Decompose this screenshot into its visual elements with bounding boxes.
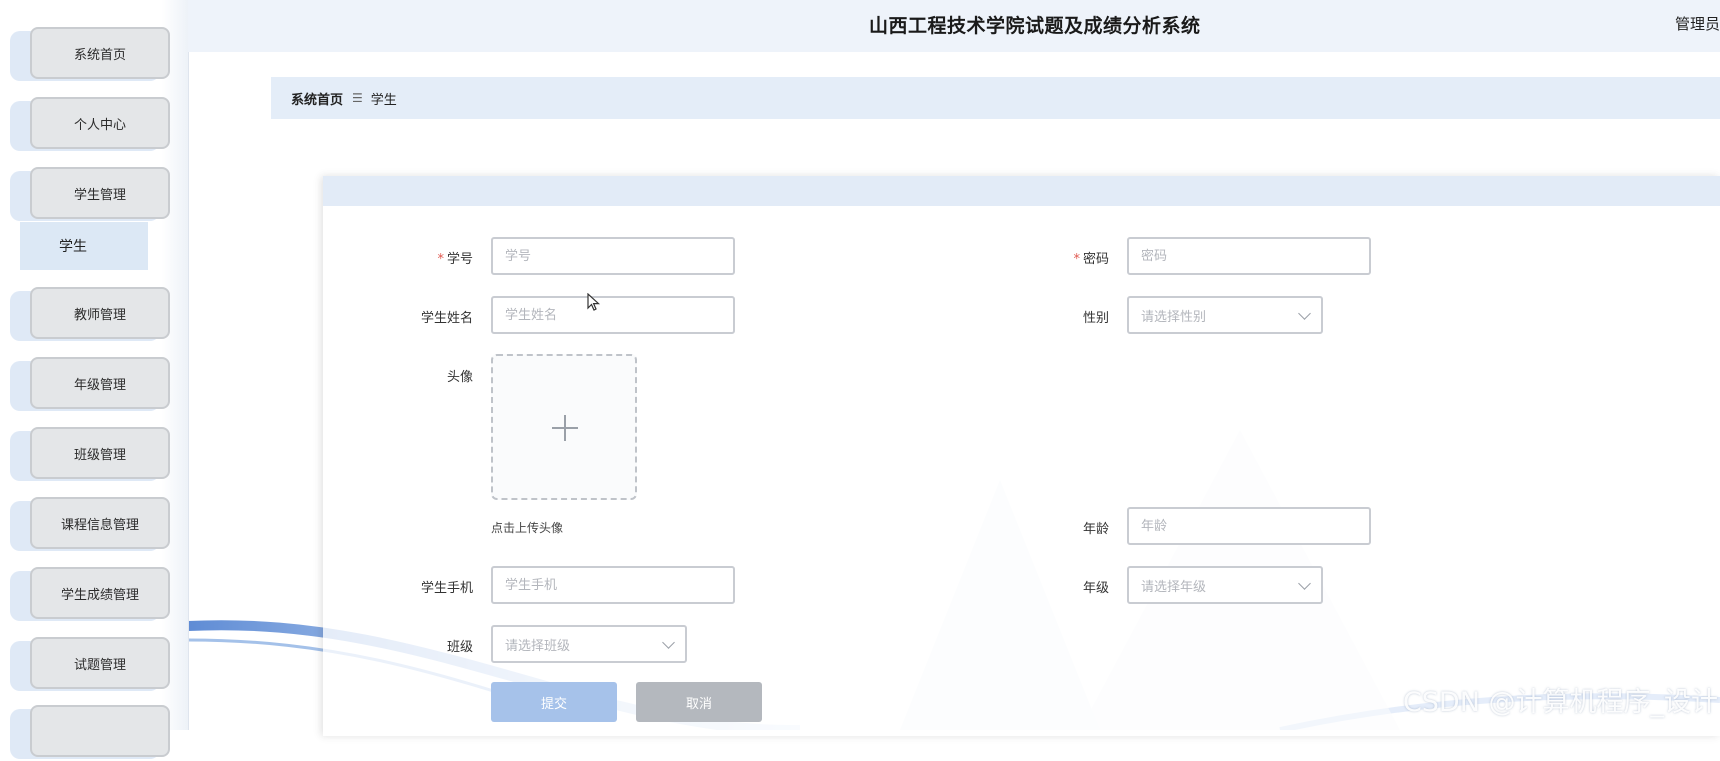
sidebar-item-course-management[interactable]: 课程信息管理 [10,497,172,553]
sidebar-item-student-management[interactable]: 学生管理 [10,167,172,223]
sidebar-item-label: 系统首页 [30,27,170,79]
panel-header [323,176,1720,206]
submit-button[interactable]: 提交 [491,682,617,722]
breadcrumb-separator-icon: ☰ [352,91,363,105]
user-menu[interactable]: 管理员 [1675,13,1720,34]
phone-input[interactable] [491,566,735,604]
avatar-uploader[interactable] [491,354,637,500]
sidebar-item-label: 班级管理 [30,427,170,479]
required-marker: * [437,252,444,267]
sidebar-item-question-management[interactable]: 试题管理 [10,637,172,693]
grade-select-value: 请选择年级 [1141,579,1207,595]
sidebar-item-label: 教师管理 [30,287,170,339]
age-label: 年龄 [1082,522,1109,537]
chevron-down-icon [1298,306,1311,320]
breadcrumb-current: 学生 [370,92,397,108]
sidebar-item-label: 个人中心 [30,97,170,149]
avatar-upload-hint: 点击上传头像 [491,521,564,535]
chevron-down-icon [662,635,675,649]
gender-select-value: 请选择性别 [1141,309,1207,325]
sidebar-item-personal-center[interactable]: 个人中心 [10,97,172,153]
age-input[interactable] [1127,507,1371,545]
grade-select[interactable]: 请选择年级 [1127,566,1323,604]
class-label: 班级 [446,640,473,655]
password-label: * 密码 [1073,252,1109,267]
student-no-input[interactable] [491,237,735,275]
breadcrumb: 系统首页 ☰ 学生 [271,77,1720,119]
sidebar-item-home[interactable]: 系统首页 [10,27,172,83]
class-select[interactable]: 请选择班级 [491,625,687,663]
phone-label: 学生手机 [420,581,473,596]
sidebar-item-label: 学生成绩管理 [30,567,170,619]
required-marker: * [1073,252,1080,267]
sidebar-item-label: 学生管理 [30,167,170,219]
sidebar-item-more[interactable] [10,705,172,761]
sidebar-subitem-student[interactable]: 学生 [20,222,148,270]
grade-label: 年级 [1082,581,1109,596]
mouse-cursor-icon [587,293,601,311]
sidebar-item-class-management[interactable]: 班级管理 [10,427,172,483]
top-header: 山西工程技术学院试题及成绩分析系统 管理员 [188,0,1720,52]
cancel-button[interactable]: 取消 [636,682,762,722]
sidebar-item-label: 课程信息管理 [30,497,170,549]
sidebar: 系统首页 个人中心 学生管理 学生 教师管理 年级管理 班级管理 课程信息管理 … [0,0,189,759]
gender-select[interactable]: 请选择性别 [1127,296,1323,334]
gender-label: 性别 [1082,311,1109,326]
chevron-down-icon [1298,576,1311,590]
sidebar-item-label: 年级管理 [30,357,170,409]
watermark: CSDN @计算机程序_设计 [1402,687,1718,718]
sidebar-item-grade-management[interactable]: 年级管理 [10,357,172,413]
sidebar-item-label: 试题管理 [30,637,170,689]
password-input[interactable] [1127,237,1371,275]
app-title: 山西工程技术学院试题及成绩分析系统 [869,15,1201,37]
student-no-label: * 学号 [437,252,473,267]
student-name-label: 学生姓名 [420,311,473,326]
avatar-label: 头像 [446,370,473,385]
breadcrumb-home[interactable]: 系统首页 [291,89,343,108]
student-form-panel: *学号 *密码 学生姓名 性别 请选择性别 头像 点击上传头像 年龄 学生手机 … [323,176,1720,736]
sidebar-item-score-management[interactable]: 学生成绩管理 [10,567,172,623]
sidebar-item-teacher-management[interactable]: 教师管理 [10,287,172,343]
student-name-input[interactable] [491,296,735,334]
class-select-value: 请选择班级 [505,638,571,654]
